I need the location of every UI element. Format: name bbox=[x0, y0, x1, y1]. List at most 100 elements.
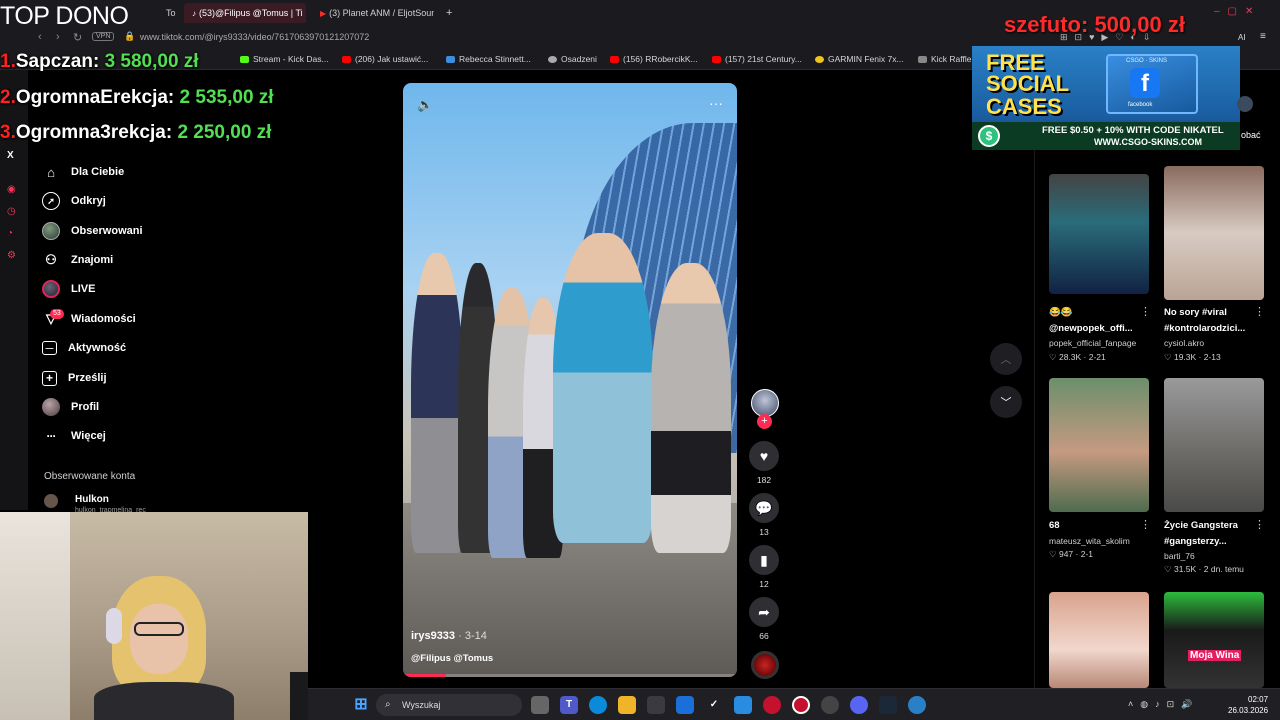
browser-tab[interactable]: ▶ (3) Planet ANM / EljotSoun bbox=[312, 3, 434, 23]
opera-icon[interactable] bbox=[763, 696, 781, 714]
browser-tab[interactable]: To bbox=[158, 3, 180, 23]
video-thumbnail[interactable] bbox=[1164, 166, 1264, 300]
author-name[interactable]: irys9333 bbox=[411, 630, 455, 642]
discord-icon[interactable] bbox=[850, 696, 868, 714]
sidebar-item-dla-ciebie[interactable]: ⌂ Dla Ciebie bbox=[42, 160, 124, 184]
video-author[interactable]: irys9333 · 3-14 bbox=[411, 630, 487, 642]
obs-icon[interactable] bbox=[821, 696, 839, 714]
volume-icon[interactable]: 🔈 bbox=[417, 97, 433, 113]
card-title[interactable]: 😂😂 bbox=[1049, 305, 1145, 320]
task-view-icon[interactable] bbox=[531, 696, 549, 714]
back-icon[interactable]: ‹ bbox=[38, 31, 42, 43]
video-thumbnail[interactable] bbox=[1049, 378, 1149, 512]
bookmark-item[interactable]: Stream - Kick Das... bbox=[240, 54, 329, 64]
bookmark-item[interactable]: GARMIN Fenix 7x... bbox=[815, 54, 904, 64]
menu-icon[interactable]: ≡ bbox=[1260, 31, 1266, 42]
follow-plus-icon[interactable]: + bbox=[757, 414, 772, 429]
card-more-icon[interactable]: ⋮ bbox=[1254, 518, 1265, 531]
video-progress-bar[interactable] bbox=[403, 674, 737, 677]
bookmark-item[interactable]: (206) Jak ustawić... bbox=[342, 54, 428, 64]
save-button[interactable]: ▮ 12 bbox=[749, 545, 779, 589]
app-icon[interactable] bbox=[734, 696, 752, 714]
edge-icon[interactable] bbox=[589, 696, 607, 714]
taskbar-search[interactable]: ⌕ Wyszukaj bbox=[376, 694, 522, 716]
card-more-icon[interactable]: ⋮ bbox=[1140, 305, 1151, 318]
vpn-badge[interactable]: VPN bbox=[92, 32, 115, 41]
mail-icon[interactable] bbox=[676, 696, 694, 714]
sidebar-item-wiecej[interactable]: ··· Więcej bbox=[42, 424, 106, 448]
taskbar-clock[interactable]: 02:07 26.03.2026 bbox=[1228, 694, 1268, 716]
music-disc-icon[interactable] bbox=[751, 651, 779, 679]
video-thumbnail[interactable]: Moja Wina bbox=[1164, 592, 1264, 688]
forward-icon[interactable]: › bbox=[56, 31, 60, 43]
bookmark-item[interactable]: Rebecca Stinnett... bbox=[446, 54, 531, 64]
reload-icon[interactable]: ↻ bbox=[73, 31, 82, 44]
card-more-icon[interactable]: ⋮ bbox=[1140, 518, 1151, 531]
file-explorer-icon[interactable] bbox=[618, 696, 636, 714]
video-caption[interactable]: @Filipus @Tomus bbox=[411, 653, 493, 664]
bookmark-side-icon[interactable]: ◔ bbox=[7, 228, 13, 239]
sidebar-item-odkryj[interactable]: ➚ Odkryj bbox=[42, 189, 106, 213]
video-thumbnail[interactable] bbox=[1049, 592, 1149, 688]
sidebar-item-obserwowani[interactable]: Obserwowani bbox=[42, 219, 143, 243]
steam-icon[interactable] bbox=[879, 696, 897, 714]
share-icon: ➦ bbox=[749, 597, 779, 627]
windows-start-icon[interactable]: ⊞ bbox=[352, 696, 370, 714]
bookmark-item[interactable]: Kick Raffle bbox=[918, 54, 971, 64]
sidebar-item-znajomi[interactable]: ⚇ Znajomi bbox=[42, 248, 113, 272]
window-controls[interactable]: –▢✕ bbox=[1214, 6, 1261, 17]
account-avatar[interactable] bbox=[44, 494, 58, 508]
scroll-down-button[interactable]: ﹀ bbox=[990, 386, 1022, 418]
sidebar-item-profil[interactable]: Profil bbox=[42, 395, 99, 419]
card-subtitle[interactable]: #gangsterzy... bbox=[1164, 534, 1260, 549]
card-title[interactable]: Życie Gangstera bbox=[1164, 518, 1260, 533]
more-options-icon[interactable]: ··· bbox=[709, 95, 723, 111]
comment-button[interactable]: 💬 13 bbox=[749, 493, 779, 537]
store-icon[interactable] bbox=[647, 696, 665, 714]
youtube-icon bbox=[712, 56, 721, 63]
bookmark-item[interactable]: (156) RRobercikK... bbox=[610, 54, 698, 64]
csgo-skins-ad[interactable]: FREE SOCIAL CASES CSGO · SKINS f faceboo… bbox=[972, 46, 1240, 150]
sidebar-item-live[interactable]: LIVE bbox=[42, 277, 95, 301]
kick-icon bbox=[240, 56, 249, 63]
video-player[interactable]: 🔈 ··· irys9333 · 3-14 @Filipus @Tomus bbox=[403, 83, 737, 677]
bookmark-item[interactable]: Osadzeni bbox=[548, 54, 597, 64]
opera-gx-icon[interactable] bbox=[792, 696, 810, 714]
sidebar-item-aktywnosc[interactable]: — Aktywność bbox=[42, 336, 126, 360]
download-app-link[interactable]: obać bbox=[1241, 130, 1261, 140]
browser-tab-active[interactable]: ♪ (53)@Filipus @Tomus | Ti bbox=[184, 3, 306, 23]
ai-button[interactable]: AI bbox=[1238, 33, 1246, 42]
following-avatar-icon bbox=[42, 222, 60, 240]
followed-account-name[interactable]: Hulkon bbox=[75, 494, 109, 505]
card-subtitle[interactable]: #kontrolarodzici... bbox=[1164, 321, 1260, 336]
video-thumbnail[interactable] bbox=[1049, 174, 1149, 294]
app-icon[interactable] bbox=[908, 696, 926, 714]
card-title[interactable]: No sory #viral bbox=[1164, 305, 1260, 320]
settings-icon[interactable]: ⚙ bbox=[7, 250, 16, 261]
x-icon[interactable]: X bbox=[7, 150, 14, 161]
video-thumbnail[interactable] bbox=[1164, 378, 1264, 512]
system-tray-icons[interactable]: ˄◍♪⊡🔊 bbox=[1128, 699, 1199, 710]
new-tab-icon[interactable]: + bbox=[438, 3, 456, 23]
card-user[interactable]: cysiol.akro bbox=[1164, 338, 1204, 348]
bookmark-item[interactable]: (157) 21st Century... bbox=[712, 54, 802, 64]
sidebar-item-przeslij[interactable]: + Prześlij bbox=[42, 366, 107, 390]
card-title[interactable]: 68 bbox=[1049, 518, 1145, 533]
teams-icon[interactable]: T bbox=[560, 696, 578, 714]
donor-rank: 3. bbox=[0, 122, 16, 143]
url-field[interactable]: www.tiktok.com/@irys9333/video/761706397… bbox=[140, 32, 369, 42]
author-avatar[interactable] bbox=[751, 389, 779, 417]
player-icon[interactable]: ◉ bbox=[7, 184, 16, 195]
share-button[interactable]: ➦ 66 bbox=[749, 597, 779, 641]
history-icon[interactable]: ◷ bbox=[7, 206, 16, 217]
like-button[interactable]: ♥ 182 bbox=[749, 441, 779, 485]
card-more-icon[interactable]: ⋮ bbox=[1254, 305, 1265, 318]
app-icon[interactable]: ✓ bbox=[705, 696, 723, 714]
sidebar-item-label: Obserwowani bbox=[71, 225, 143, 237]
card-user[interactable]: popek_official_fanpage bbox=[1049, 338, 1136, 348]
user-avatar[interactable] bbox=[1237, 96, 1253, 112]
card-user[interactable]: barti_76 bbox=[1164, 551, 1195, 561]
card-user[interactable]: mateusz_wita_skolim bbox=[1049, 536, 1130, 546]
card-subtitle[interactable]: @newpopek_offi... bbox=[1049, 321, 1145, 336]
scroll-up-button[interactable]: ︿ bbox=[990, 343, 1022, 375]
